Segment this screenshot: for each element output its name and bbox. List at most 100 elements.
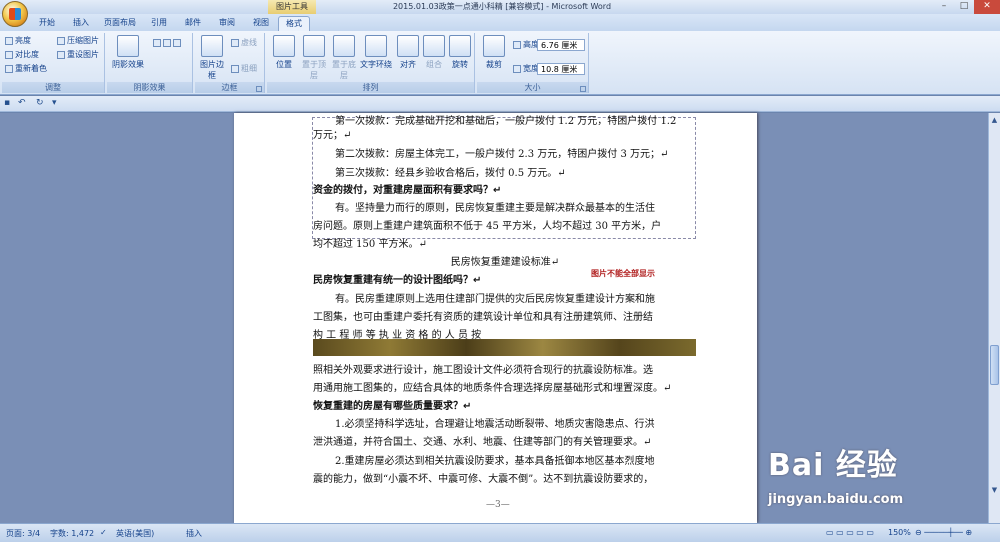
text-wrapping-button[interactable]: 文字环绕 bbox=[359, 35, 393, 70]
view-buttons[interactable]: ▭ ▭ ▭ ▭ ▭ bbox=[826, 528, 874, 537]
group-label-size: 大小 bbox=[477, 82, 588, 93]
dash-button[interactable]: 虚线 bbox=[231, 37, 257, 48]
doc-line: 2.重建房屋必须达到相关抗震设防要求，基本具备抵御本地区基本烈度地 bbox=[335, 456, 655, 467]
dash-icon bbox=[231, 38, 239, 47]
nudge-icon bbox=[153, 38, 161, 47]
group-label-arrange: 排列 bbox=[267, 82, 474, 93]
close-button[interactable]: ✕ bbox=[974, 0, 1000, 14]
rotate-icon bbox=[449, 35, 471, 57]
status-bar: 页面: 3/4 字数: 1,472 ✓ 英语(美国) 插入 ▭ ▭ ▭ ▭ ▭ … bbox=[0, 523, 1000, 542]
align-icon bbox=[397, 35, 419, 57]
height-field[interactable]: 6.76 厘米 bbox=[537, 39, 585, 51]
shadow-effects-button[interactable]: 阴影效果 bbox=[110, 35, 146, 70]
watermark-brand: Bai 经验 bbox=[768, 448, 898, 483]
compress-pictures-button[interactable]: 压缩图片 bbox=[57, 35, 99, 46]
group-label-adjust: 调整 bbox=[2, 82, 104, 93]
recolor-icon bbox=[5, 64, 13, 73]
position-icon bbox=[273, 35, 295, 57]
zoom-level[interactable]: 150% bbox=[888, 528, 911, 537]
reset-picture-button[interactable]: 重设图片 bbox=[57, 49, 99, 60]
crop-button[interactable]: 裁剪 bbox=[479, 35, 509, 70]
baidu-jingyan-watermark: Bai 经验 jingyan.baidu.com bbox=[768, 440, 903, 507]
tab-view[interactable]: 视图 bbox=[246, 16, 276, 31]
rotate-button[interactable]: 旋转 bbox=[445, 35, 475, 70]
brightness-button[interactable]: 亮度 bbox=[5, 35, 31, 46]
group-adjust: 亮度 对比度 重新着色 压缩图片 重设图片 调整 bbox=[2, 33, 105, 93]
ribbon-tabs: 开始 插入 页面布局 引用 邮件 审阅 视图 格式 bbox=[0, 14, 1000, 31]
doc-line: 照相关外观要求进行设计，施工图设计文件必须符合现行的抗震设防标准。选 bbox=[313, 365, 653, 376]
group-border: 图片边框 虚线 粗细 边框 bbox=[195, 33, 265, 93]
office-logo-icon bbox=[9, 8, 21, 20]
watermark-url: jingyan.baidu.com bbox=[768, 492, 904, 507]
dialog-launcher-icon[interactable] bbox=[580, 86, 586, 92]
tab-insert[interactable]: 插入 bbox=[66, 16, 96, 31]
window-title: 2015.01.03政策一点通小科精 [兼容模式] - Microsoft Wo… bbox=[392, 2, 612, 11]
scroll-down-icon[interactable]: ▼ bbox=[990, 485, 999, 495]
recolor-button[interactable]: 重新着色 bbox=[5, 63, 47, 74]
contrast-icon bbox=[5, 50, 13, 59]
doc-line: 第二次拨款：房屋主体完工，一般户拨付 2.3 万元，特困户拨付 3 万元；↵ bbox=[335, 149, 669, 160]
undo-icon[interactable]: ↶ bbox=[18, 98, 28, 108]
redo-icon[interactable]: ↻ bbox=[36, 98, 46, 108]
word-count[interactable]: 字数: 1,472 bbox=[50, 528, 94, 539]
title-bar: 图片工具 2015.01.03政策一点通小科精 [兼容模式] - Microso… bbox=[0, 0, 1000, 14]
cropped-photo[interactable] bbox=[313, 339, 696, 356]
brightness-icon bbox=[5, 36, 13, 45]
doc-line: 有。坚持量力而行的原则，民房恢复重建主要是解决群众最基本的生活住 bbox=[335, 203, 655, 214]
shadow-nudge-controls[interactable] bbox=[153, 37, 183, 48]
shadow-icon bbox=[117, 35, 139, 57]
scroll-up-icon[interactable]: ▲ bbox=[990, 115, 999, 125]
page-indicator[interactable]: 页面: 3/4 bbox=[6, 528, 40, 539]
contrast-button[interactable]: 对比度 bbox=[5, 49, 39, 60]
nudge-icon bbox=[163, 38, 171, 47]
ribbon: 亮度 对比度 重新着色 压缩图片 重设图片 调整 阴影效果 阴影效果 图片边框 … bbox=[0, 31, 1000, 95]
vertical-scrollbar[interactable]: ▲ ▼ bbox=[988, 113, 1000, 523]
border-icon bbox=[201, 35, 223, 57]
weight-icon bbox=[231, 64, 239, 73]
reset-icon bbox=[57, 50, 65, 59]
maximize-button[interactable]: □ bbox=[954, 0, 974, 14]
group-shadow-effects: 阴影效果 阴影效果 bbox=[107, 33, 193, 93]
doc-heading: 资金的拨付，对重建房屋面积有要求吗？↵ bbox=[313, 185, 502, 196]
picture-border-button[interactable]: 图片边框 bbox=[197, 35, 227, 81]
tab-page-layout[interactable]: 页面布局 bbox=[100, 16, 140, 31]
doc-line: 万元；↵ bbox=[313, 130, 352, 141]
customize-dropdown-icon[interactable]: ▾ bbox=[52, 98, 62, 108]
group-label-border: 边框 bbox=[195, 82, 264, 93]
group-arrange: 位置 置于顶层 置于底层 文字环绕 对齐 组合 旋转 排列 bbox=[267, 33, 475, 93]
doc-line: 工图集，也可由重建户委托有资质的建筑设计单位和具有注册建筑师、注册结 bbox=[313, 312, 653, 323]
doc-line: 用通用施工图集的，应结合具体的地质条件合理选择房屋基础形式和埋置深度。↵ bbox=[313, 383, 672, 394]
weight-button[interactable]: 粗细 bbox=[231, 63, 257, 74]
save-icon[interactable]: ▪ bbox=[4, 98, 14, 108]
zoom-slider[interactable]: ⊖ ─────┼── ⊕ bbox=[915, 528, 972, 537]
insert-mode[interactable]: 插入 bbox=[186, 528, 202, 539]
minimize-button[interactable]: – bbox=[934, 0, 954, 14]
width-icon bbox=[513, 64, 521, 73]
tab-mailings[interactable]: 邮件 bbox=[178, 16, 208, 31]
position-button[interactable]: 位置 bbox=[269, 35, 299, 70]
context-tab-picture-tools: 图片工具 bbox=[268, 0, 316, 14]
group-icon bbox=[423, 35, 445, 57]
doc-line: 震的能力，做到“小震不坏、中震可修、大震不倒”。达不到抗震设防要求的， bbox=[313, 474, 654, 485]
doc-heading: 民房恢复重建有统一的设计图纸吗？↵ bbox=[313, 275, 482, 286]
tab-format[interactable]: 格式 bbox=[278, 16, 310, 31]
tab-references[interactable]: 引用 bbox=[144, 16, 174, 31]
office-button[interactable] bbox=[2, 1, 28, 27]
tab-review[interactable]: 审阅 bbox=[212, 16, 242, 31]
text-wrap-icon bbox=[365, 35, 387, 57]
proofing-icon[interactable]: ✓ bbox=[100, 528, 107, 537]
language-indicator[interactable]: 英语(美国) bbox=[116, 528, 154, 539]
group-label-shadow: 阴影效果 bbox=[107, 82, 192, 93]
send-to-back-button[interactable]: 置于底层 bbox=[329, 35, 359, 81]
bring-to-front-button[interactable]: 置于顶层 bbox=[299, 35, 329, 81]
scroll-thumb[interactable] bbox=[990, 345, 999, 385]
doc-line: 泄洪通道，并符合国土、交通、水利、地震、住建等部门的有关管理要求。↵ bbox=[313, 437, 652, 448]
doc-line: 均不超过 150 平方米。↵ bbox=[313, 239, 427, 250]
compress-icon bbox=[57, 36, 65, 45]
doc-heading: 恢复重建的房屋有哪些质量要求？↵ bbox=[313, 401, 472, 412]
width-field[interactable]: 10.8 厘米 bbox=[537, 63, 585, 75]
tab-home[interactable]: 开始 bbox=[32, 16, 62, 31]
group-size: 裁剪 高度: 6.76 厘米 宽度: 10.8 厘米 大小 bbox=[477, 33, 589, 93]
dialog-launcher-icon[interactable] bbox=[256, 86, 262, 92]
bring-front-icon bbox=[303, 35, 325, 57]
